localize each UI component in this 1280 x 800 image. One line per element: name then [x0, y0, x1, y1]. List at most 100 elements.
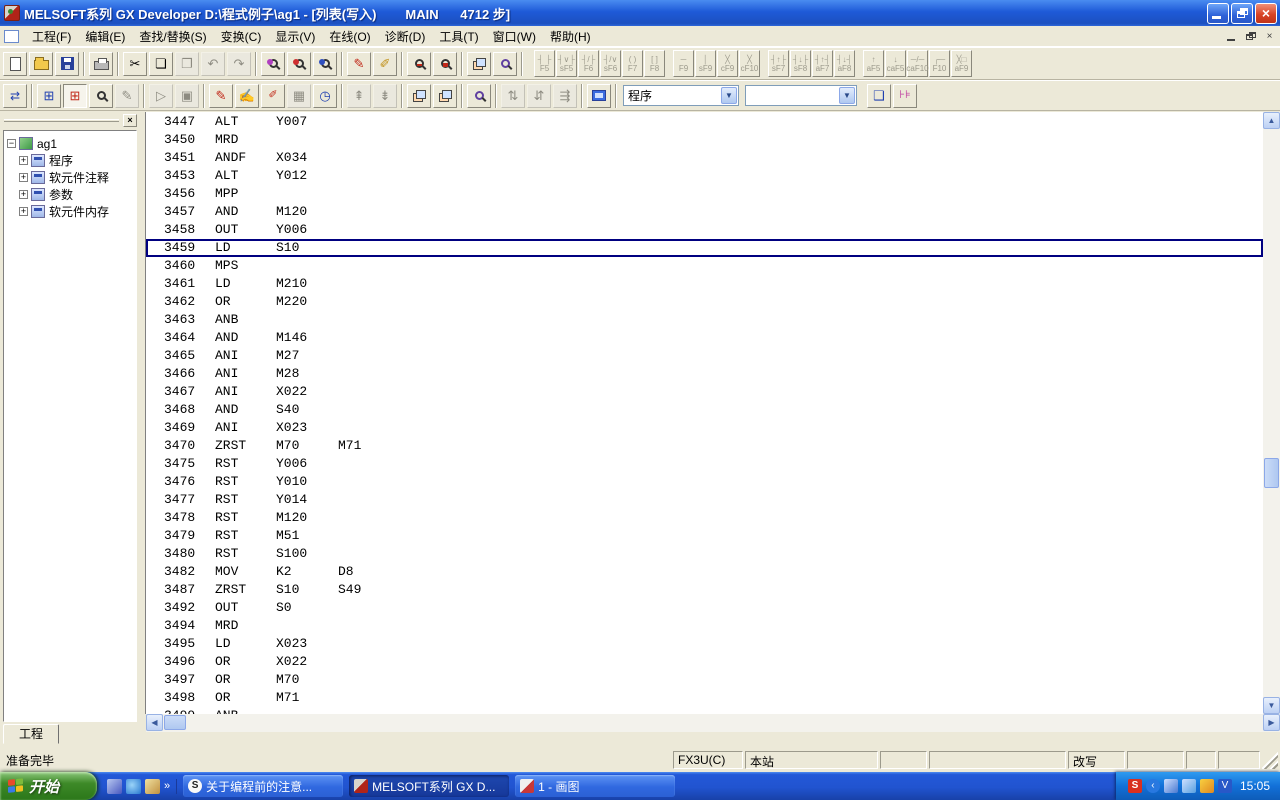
find-in-project-button[interactable] [89, 84, 113, 108]
paste-button[interactable]: ❐ [175, 52, 199, 76]
ladder-symbol-button[interactable]: ┌─ F10 [929, 50, 950, 77]
monitor-write-mode-button[interactable]: ✍ [235, 84, 259, 108]
ladder-symbol-button[interactable]: ┤↓├ sF8 [790, 50, 811, 77]
instruction-row[interactable]: 3458 OUT Y006 [146, 221, 1263, 239]
tray-app-icon[interactable]: V [1218, 779, 1232, 793]
instruction-row[interactable]: 3476 RST Y010 [146, 473, 1263, 491]
ladder-symbol-button[interactable]: ↓ caF5 [885, 50, 906, 77]
instruction-row[interactable]: 3450 MRD [146, 131, 1263, 149]
scroll-down-icon[interactable]: ▼ [1263, 697, 1280, 714]
jump-dest-button[interactable] [433, 84, 457, 108]
clock-setting-button[interactable]: ◷ [313, 84, 337, 108]
insert-row-button[interactable]: ⇅ [501, 84, 525, 108]
ladder-symbol-button[interactable]: [ ] F8 [644, 50, 665, 77]
horizontal-scrollbar[interactable]: ◀ ▶ [146, 714, 1280, 732]
redo-button[interactable]: ↷ [227, 52, 251, 76]
panel-close-icon[interactable]: × [123, 114, 137, 127]
copy-button[interactable]: ❏ [149, 52, 173, 76]
edit-data-button[interactable]: ✎ [115, 84, 139, 108]
instruction-row[interactable]: 3492 OUT S0 [146, 599, 1263, 617]
instruction-row[interactable]: 3477 RST Y014 [146, 491, 1263, 509]
instruction-row[interactable]: 3460 MPS [146, 257, 1263, 275]
instruction-row[interactable]: 3478 RST M120 [146, 509, 1263, 527]
instruction-row[interactable]: 3463 ANB [146, 311, 1263, 329]
instruction-row[interactable]: 3457 AND M120 [146, 203, 1263, 221]
instruction-row[interactable]: 3464 AND M146 [146, 329, 1263, 347]
instruction-row[interactable]: 3469 ANI X023 [146, 419, 1263, 437]
panel-grip[interactable] [4, 119, 119, 122]
vertical-scroll-thumb[interactable] [1264, 458, 1279, 488]
mdi-minimize-button[interactable] [1223, 29, 1240, 44]
safebox-icon[interactable] [1200, 779, 1214, 793]
open-project-button[interactable] [29, 52, 53, 76]
horizontal-scroll-thumb[interactable] [164, 715, 186, 730]
hide-icons-chevron-icon[interactable]: ‹ [1146, 779, 1160, 793]
instruction-row[interactable]: 3480 RST S100 [146, 545, 1263, 563]
menu-item[interactable]: 在线(O) [322, 26, 377, 47]
internet-explorer-icon[interactable] [126, 779, 141, 794]
collapse-icon[interactable]: − [7, 139, 16, 148]
cut-button[interactable]: ✂ [123, 52, 147, 76]
instruction-row[interactable]: 3498 OR M71 [146, 689, 1263, 707]
instruction-row[interactable]: 3475 RST Y006 [146, 455, 1263, 473]
network-icon[interactable] [1164, 779, 1178, 793]
instruction-row[interactable]: 3456 MPP [146, 185, 1263, 203]
screen-color-button[interactable] [587, 84, 611, 108]
device-batch-button[interactable]: ▦ [287, 84, 311, 108]
scroll-right-icon[interactable]: ▶ [1263, 714, 1280, 731]
instruction-row[interactable]: 3494 MRD [146, 617, 1263, 635]
ladder-symbol-button[interactable]: ( ) F7 [622, 50, 643, 77]
undo-button[interactable]: ↶ [201, 52, 225, 76]
menu-item[interactable]: 窗口(W) [486, 26, 543, 47]
taskbar-button-gx-developer[interactable]: MELSOFT系列 GX D... [349, 775, 509, 797]
quick-launch-icon-3[interactable] [145, 779, 160, 794]
expand-icon[interactable]: + [19, 173, 28, 182]
circuit-find-button[interactable] [493, 52, 517, 76]
ladder-symbol-button[interactable]: ╳ cF9 [717, 50, 738, 77]
wireless-icon[interactable] [1182, 779, 1196, 793]
new-project-button[interactable] [3, 52, 27, 76]
instruction-row[interactable]: 3482 MOV K2 D8 [146, 563, 1263, 581]
download-button[interactable]: ⇟ [373, 84, 397, 108]
jump-source-button[interactable] [407, 84, 431, 108]
instruction-row[interactable]: 3479 RST M51 [146, 527, 1263, 545]
ladder-symbol-button[interactable]: ┤↑┤ aF7 [812, 50, 833, 77]
vertical-scrollbar[interactable]: ▲ ▼ [1263, 112, 1280, 714]
quick-launch-icon-1[interactable] [107, 779, 122, 794]
taskbar-button-paint[interactable]: 1 - 画图 [515, 775, 675, 797]
menu-item[interactable]: 变换(C) [214, 26, 269, 47]
instruction-row[interactable]: 3462 OR M220 [146, 293, 1263, 311]
project-data-list-button[interactable]: ⊞ [37, 84, 61, 108]
instruction-row[interactable]: 3453 ALT Y012 [146, 167, 1263, 185]
instruction-row[interactable]: 3447 ALT Y007 [146, 113, 1263, 131]
zoom-out-button[interactable] [407, 52, 431, 76]
delete-row-button[interactable]: ⇵ [527, 84, 551, 108]
instruction-row[interactable]: 3468 AND S40 [146, 401, 1263, 419]
ladder-symbol-button[interactable]: ╳ cF10 [739, 50, 760, 77]
start-button[interactable]: 开始 [0, 772, 97, 800]
expand-icon[interactable]: + [19, 207, 28, 216]
read-mode-button[interactable]: ✐ [261, 84, 285, 108]
find-button[interactable] [261, 52, 285, 76]
scroll-left-icon[interactable]: ◀ [146, 714, 163, 731]
mdi-child-icon[interactable] [4, 30, 19, 43]
instruction-row[interactable]: 3487 ZRST S10 S49 [146, 581, 1263, 599]
instruction-row[interactable]: 3499 ANB [146, 707, 1263, 714]
ladder-insert-write-button[interactable]: ✐ [373, 52, 397, 76]
statement-display-button[interactable]: ⊦⊧ [893, 84, 917, 108]
find-instruction-button[interactable] [313, 52, 337, 76]
restore-button[interactable] [1231, 3, 1253, 24]
expand-icon[interactable]: + [19, 156, 28, 165]
ladder-symbol-button[interactable]: ┤ ├ F5 [534, 50, 555, 77]
find-device-button[interactable] [287, 52, 311, 76]
menu-item[interactable]: 编辑(E) [78, 26, 132, 47]
ladder-symbol-button[interactable]: ┤↑├ sF7 [768, 50, 789, 77]
device-select-combo[interactable]: ▼ [745, 85, 857, 106]
chevron-down-icon[interactable]: ▼ [721, 87, 737, 104]
print-button[interactable] [89, 52, 113, 76]
chevron-down-icon[interactable]: ▼ [839, 87, 855, 104]
zoom-area-button[interactable] [433, 52, 457, 76]
instruction-row[interactable]: 3451 ANDF X034 [146, 149, 1263, 167]
project-tab[interactable]: 工程 [3, 724, 59, 744]
read-write-toggle-button[interactable]: ⇄ [3, 84, 27, 108]
